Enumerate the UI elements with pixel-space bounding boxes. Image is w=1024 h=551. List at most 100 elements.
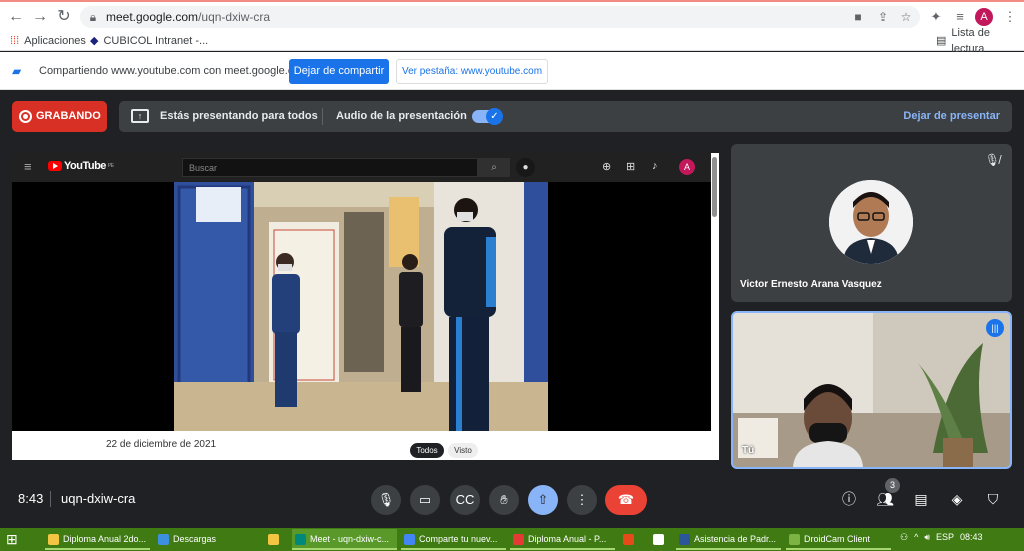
leave-call-button[interactable]: ☎︎ <box>605 485 647 515</box>
microphone-button[interactable]: 🎙︎ <box>371 485 401 515</box>
video-camera-icon: ▭ <box>418 492 432 507</box>
more-vert-icon: ⋮ <box>575 492 589 507</box>
taskbar-item[interactable]: DroidCam Client <box>786 529 891 550</box>
menu-icon[interactable]: ⋮ <box>1001 8 1019 26</box>
meeting-details-icon[interactable]: ⓘ <box>838 488 860 510</box>
taskbar-item[interactable]: Diploma Anual - P... <box>510 529 615 550</box>
presenting-bar: ↑ Estás presentando para todos Audio de … <box>119 101 1012 132</box>
chat-icon[interactable]: ▤ <box>910 488 932 510</box>
taskbar-item-label: Meet - uqn-dxiw-c... <box>310 534 390 544</box>
view-tab-button[interactable]: Ver pestaña: www.youtube.com <box>396 59 548 84</box>
participant-tile[interactable]: 🎙︎̸ Victor Ernesto Arana Vasquez <box>731 144 1012 302</box>
reading-list-icon: ▤ <box>936 35 947 47</box>
volume-icon[interactable]: 🔊︎ <box>924 532 930 543</box>
reading-list[interactable]: ▤ Lista de lectura <box>936 27 1024 55</box>
more-options-button[interactable]: ⋮ <box>567 485 597 515</box>
bell-icon[interactable]: ♪ <box>652 160 658 172</box>
check-icon: ✓ <box>486 108 503 125</box>
youtube-region: PE <box>107 163 114 169</box>
taskbar-clock[interactable]: 08:43 <box>960 532 983 543</box>
lock-icon[interactable]: 🔒︎ <box>85 9 101 25</box>
hang-up-icon: ☎︎ <box>617 492 635 507</box>
cubicol-icon: ◆ <box>90 35 99 47</box>
star-icon[interactable]: ☆ <box>898 9 914 25</box>
address-bar[interactable]: 🔒︎ meet.google.com/uqn-dxiw-cra ■ ⇪ ☆ <box>80 6 920 28</box>
taskbar-item[interactable] <box>265 529 287 550</box>
forward-icon[interactable]: → <box>31 8 49 26</box>
taskbar-item-label: Asistencia de Padr... <box>694 534 777 544</box>
bookmarks-bar: ⁞⁞⁞ Aplicaciones ◆ CUBICOL Intranet -...… <box>0 27 1024 55</box>
url-host: meet.google.com <box>106 10 199 24</box>
recording-label: GRABANDO <box>36 110 101 122</box>
app-icon <box>789 534 800 545</box>
captions-button[interactable]: CC <box>450 485 480 515</box>
taskbar-item[interactable]: Diploma Anual 2do... <box>45 529 150 550</box>
self-video <box>733 313 1010 467</box>
self-view-tile[interactable]: ||| Tú <box>731 311 1012 469</box>
scrollbar-thumb[interactable] <box>712 157 717 217</box>
video-info: 22 de diciembre de 2021 Todos Visto <box>12 431 719 460</box>
meeting-code[interactable]: uqn-dxiw-cra <box>61 491 135 506</box>
taskbar-item[interactable] <box>620 529 642 550</box>
url-text[interactable]: meet.google.com/uqn-dxiw-cra <box>106 10 270 24</box>
create-video-icon[interactable]: ⊕ <box>602 160 611 173</box>
back-icon[interactable]: ← <box>7 8 25 26</box>
youtube-avatar[interactable]: A <box>679 159 695 175</box>
chevron-up-icon[interactable]: ^ <box>914 532 918 543</box>
youtube-search-input[interactable]: Buscar <box>182 158 478 177</box>
raise-hand-button[interactable]: ✋︎ <box>489 485 519 515</box>
divider <box>322 108 323 125</box>
language-indicator[interactable]: ESP <box>936 532 954 543</box>
recording-badge[interactable]: GRABANDO <box>12 101 107 132</box>
taskbar-item-label: Comparte tu nuev... <box>419 534 498 544</box>
taskbar-item[interactable]: Comparte tu nuev... <box>401 529 506 550</box>
presentation-audio-toggle[interactable]: ✓ <box>472 108 503 125</box>
camera-icon[interactable]: ■ <box>850 9 866 25</box>
app-icon <box>404 534 415 545</box>
bookmark-apps[interactable]: ⁞⁞⁞ Aplicaciones <box>10 33 86 49</box>
youtube-logo[interactable]: YouTube PE <box>48 160 114 172</box>
bookmark-cubicol[interactable]: ◆ CUBICOL Intranet -... <box>90 33 208 49</box>
app-icon <box>158 534 169 545</box>
chip-watched[interactable]: Visto <box>448 443 478 458</box>
app-icon <box>679 534 690 545</box>
app-icon <box>623 534 634 545</box>
reload-icon[interactable]: ↻ <box>55 8 73 26</box>
youtube-play-icon <box>48 161 62 171</box>
browser-toolbar: ← → ↻ 🔒︎ meet.google.com/uqn-dxiw-cra ■ … <box>0 0 1024 30</box>
chip-all[interactable]: Todos <box>410 443 444 458</box>
taskbar-item[interactable]: Meet - uqn-dxiw-c... <box>292 529 397 550</box>
taskbar-item[interactable]: Descargas <box>155 529 260 550</box>
profile-avatar[interactable]: A <box>975 8 993 26</box>
mic-icon[interactable]: ● <box>516 158 535 177</box>
presenting-text: Estás presentando para todos <box>160 110 318 122</box>
apps-grid-icon: ⁞⁞⁞ <box>10 35 20 47</box>
apps-icon[interactable]: ⊞ <box>626 160 635 173</box>
screen-share-icon: ▰ <box>12 64 22 78</box>
taskbar-item[interactable] <box>650 529 672 550</box>
video-frame[interactable] <box>174 182 548 431</box>
search-icon[interactable]: ⌕ <box>478 158 510 177</box>
app-icon <box>295 534 306 545</box>
people-tray-icon[interactable]: ⚇ <box>900 532 908 543</box>
stop-presenting-button[interactable]: Dejar de presentar <box>903 110 1000 122</box>
divider <box>50 491 51 507</box>
extensions-icon[interactable]: ✦ <box>927 8 945 26</box>
participant-name: Victor Ernesto Arana Vasquez <box>740 279 882 290</box>
host-controls-icon[interactable]: ⛉ <box>982 488 1004 510</box>
camera-button[interactable]: ▭ <box>410 485 440 515</box>
youtube-logo-text: YouTube <box>64 160 106 172</box>
share-icon[interactable]: ⇪ <box>875 9 891 25</box>
activities-icon[interactable]: ◈ <box>946 488 968 510</box>
start-icon[interactable]: ⊞ <box>6 531 28 548</box>
presentation-audio-label: Audio de la presentación <box>336 110 467 122</box>
avatar-photo <box>829 180 913 264</box>
taskbar-item[interactable]: Asistencia de Padr... <box>676 529 781 550</box>
hamburger-menu-icon[interactable]: ≡ <box>24 159 32 174</box>
participant-name: Tú <box>742 445 755 456</box>
stop-sharing-button[interactable]: Dejar de compartir <box>289 59 389 84</box>
captions-icon: CC <box>455 492 475 507</box>
present-button[interactable]: ⇧ <box>528 485 558 515</box>
scrollbar[interactable] <box>711 153 719 460</box>
media-icon[interactable]: ≡ <box>951 8 969 26</box>
